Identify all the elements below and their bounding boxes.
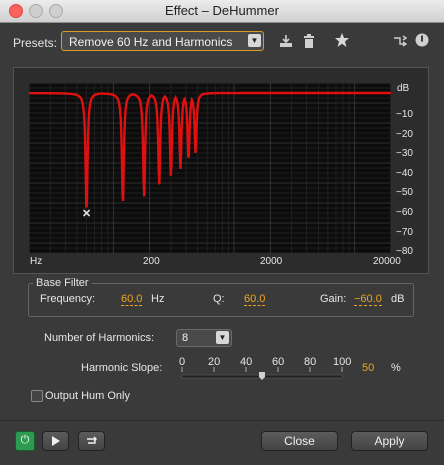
frequency-response-graph[interactable]: [29, 83, 391, 253]
frequency-tick-label: 20000: [373, 256, 401, 267]
db-tick-label: −10: [396, 109, 413, 120]
q-label: Q:: [213, 293, 225, 305]
base-filter-title: Base Filter: [33, 277, 92, 289]
frequency-value[interactable]: 60.0: [121, 293, 143, 306]
db-tick-label: −70: [396, 226, 413, 238]
title-bar: Effect – DeHummer: [0, 0, 444, 23]
apply-button[interactable]: Apply: [351, 431, 428, 451]
play-icon: [51, 436, 60, 446]
frequency-label: Frequency:: [40, 293, 96, 305]
harmonics-dropdown[interactable]: 8 ▼: [176, 329, 232, 347]
db-tick-label: −30: [396, 148, 413, 160]
db-tick-label: −50: [396, 187, 413, 199]
loop-button[interactable]: [78, 431, 105, 451]
presets-selected-value: Remove 60 Hz and Harmonics: [69, 35, 233, 49]
chevron-down-icon: ▼: [216, 331, 229, 344]
window-title: Effect – DeHummer: [165, 3, 279, 18]
loop-icon: [86, 436, 97, 444]
routing-icon[interactable]: [392, 34, 408, 48]
power-icon[interactable]: ⏻: [15, 431, 35, 451]
star-icon[interactable]: [334, 32, 350, 48]
output-hum-checkbox[interactable]: [31, 390, 43, 402]
play-button[interactable]: [42, 431, 69, 451]
frequency-tick-label: 2000: [260, 256, 283, 267]
output-hum-label: Output Hum Only: [45, 390, 130, 402]
harmonic-slope-slider[interactable]: [181, 367, 343, 381]
chevron-down-icon: ▼: [248, 34, 261, 47]
frequency-unit: Hz: [151, 293, 165, 305]
slope-label: Harmonic Slope:: [81, 362, 163, 374]
maximize-window-button[interactable]: [49, 4, 63, 18]
gain-label: Gain:: [320, 293, 347, 305]
slope-unit: %: [391, 362, 401, 374]
q-value[interactable]: 60.0: [244, 293, 266, 306]
db-tick-label: −20: [396, 128, 413, 140]
presets-dropdown[interactable]: Remove 60 Hz and Harmonics ▼: [61, 31, 264, 51]
save-preset-icon[interactable]: [278, 33, 294, 49]
frequency-tick-label: Hz: [30, 256, 43, 267]
footer-divider: [0, 420, 444, 421]
frequency-tick-label: 200: [143, 256, 160, 267]
db-tick-label: −60: [396, 207, 413, 218]
db-unit-label: dB: [397, 83, 410, 94]
harmonics-value: 8: [182, 332, 189, 344]
minimize-window-button[interactable]: [29, 4, 43, 18]
db-tick-label: −40: [396, 167, 413, 179]
power-circle-icon[interactable]: [414, 32, 430, 48]
slider-thumb[interactable]: [259, 372, 265, 380]
close-window-button[interactable]: [9, 4, 23, 18]
gain-value[interactable]: −60.0: [354, 293, 382, 306]
harmonics-label: Number of Harmonics:: [44, 332, 155, 344]
gain-unit: dB: [391, 293, 405, 305]
presets-label: Presets:: [13, 36, 58, 50]
slope-value[interactable]: 50: [362, 362, 374, 374]
trash-icon[interactable]: [301, 33, 317, 49]
close-button[interactable]: Close: [261, 431, 338, 451]
